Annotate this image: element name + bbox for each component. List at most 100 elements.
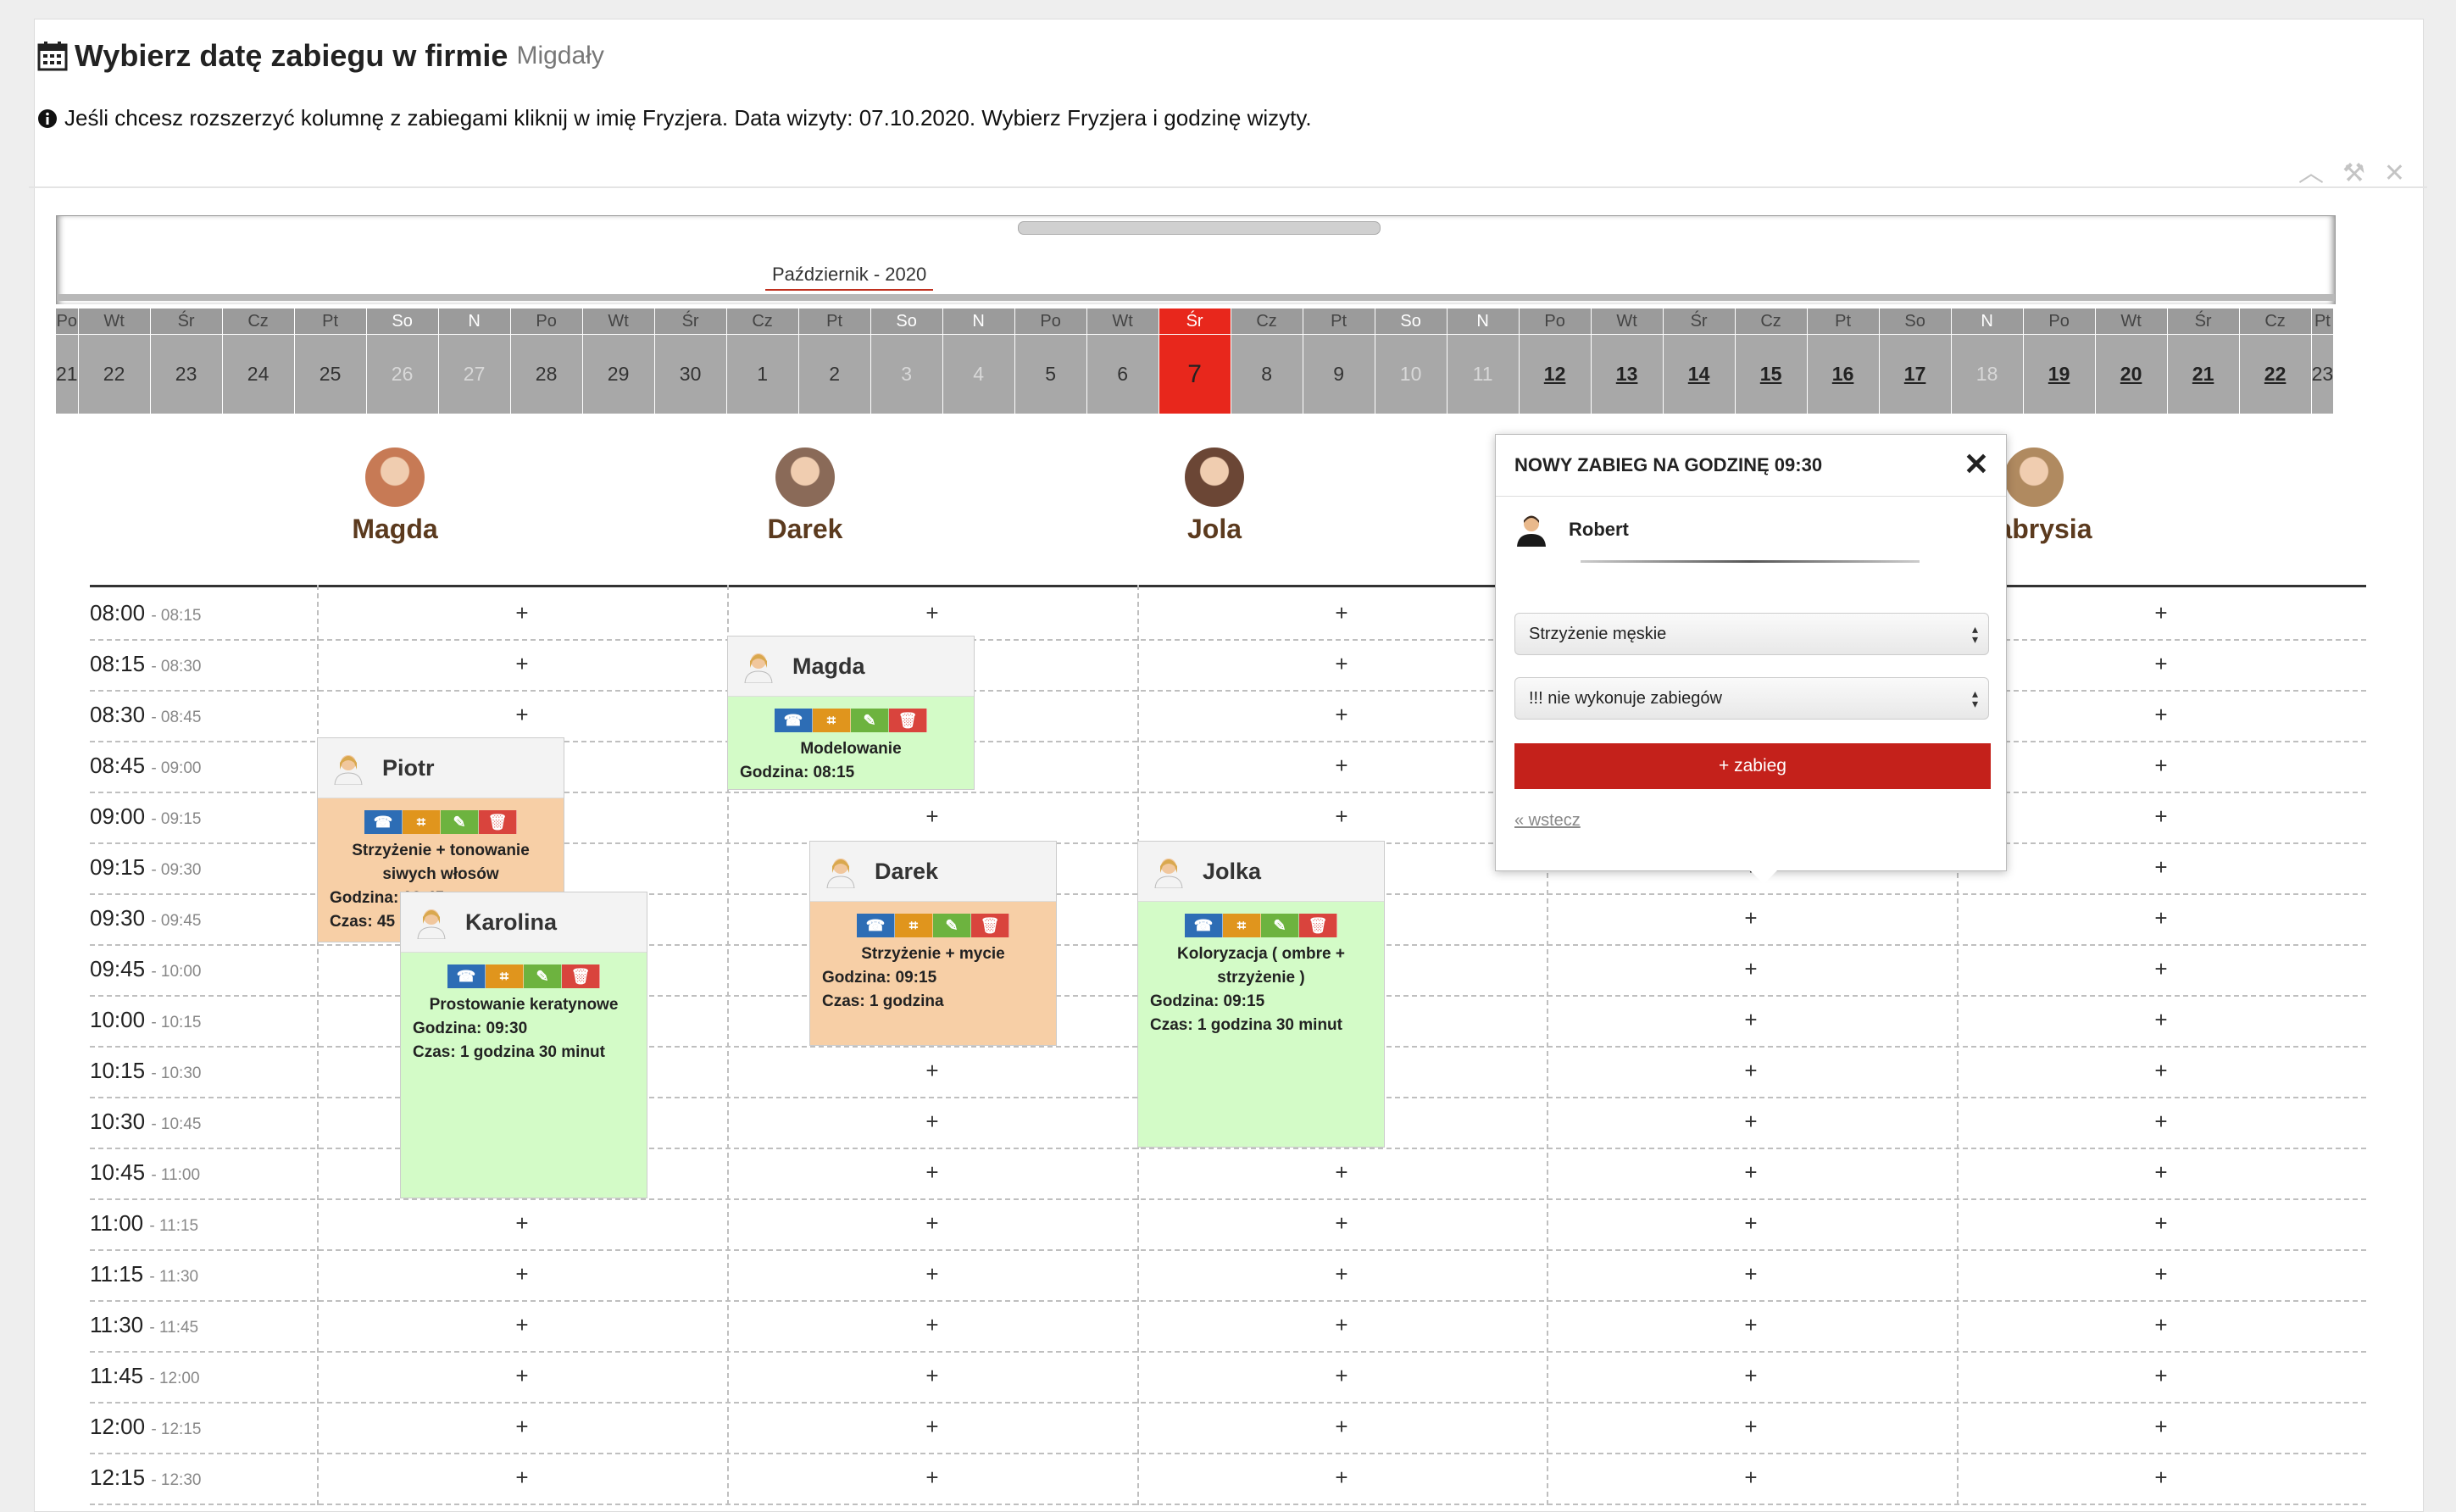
staff-darek[interactable]: Darek (678, 447, 932, 545)
add-slot-button[interactable]: + (1335, 1312, 1347, 1338)
staff-name[interactable]: Magda (268, 514, 522, 545)
calendar-day[interactable]: Śr 21 (2167, 309, 2240, 414)
add-slot-button[interactable]: + (925, 1210, 938, 1237)
calendar-day[interactable]: Wt 13 (1591, 309, 1664, 414)
calendar-day[interactable]: Pt 23 (2311, 309, 2335, 414)
add-slot-button[interactable]: + (1744, 956, 1757, 982)
calendar-day[interactable]: Cz 15 (1735, 309, 1808, 414)
add-slot-button[interactable]: + (1744, 1058, 1757, 1084)
add-slot-button[interactable]: + (515, 1210, 528, 1237)
add-slot-button[interactable]: + (2154, 1058, 2167, 1084)
edit-icon[interactable]: ✎ (933, 914, 971, 937)
staff-jola[interactable]: Jola (1087, 447, 1342, 545)
calendar-day[interactable]: Po 12 (1519, 309, 1592, 414)
close-icon[interactable]: ✕ (1964, 447, 1989, 482)
add-slot-button[interactable]: + (925, 1261, 938, 1287)
calendar-day[interactable]: Śr 14 (1663, 309, 1736, 414)
phone-icon[interactable]: ☎ (447, 964, 486, 988)
add-slot-button[interactable]: + (515, 1363, 528, 1389)
add-slot-button[interactable]: + (1744, 1007, 1757, 1033)
add-slot-button[interactable]: + (2154, 1159, 2167, 1186)
add-slot-button[interactable]: + (2154, 1312, 2167, 1338)
add-slot-button[interactable]: + (1744, 1109, 1757, 1135)
add-slot-button[interactable]: + (2154, 956, 2167, 982)
crop-icon[interactable]: ⌗ (895, 914, 933, 937)
calendar-day[interactable]: Cz 24 (222, 309, 295, 414)
add-slot-button[interactable]: + (925, 1414, 938, 1440)
add-slot-button[interactable]: + (925, 1109, 938, 1135)
edit-icon[interactable]: ✎ (524, 964, 562, 988)
add-slot-button[interactable]: + (2154, 1210, 2167, 1237)
add-slot-button[interactable]: + (1335, 803, 1347, 830)
add-slot-button[interactable]: + (925, 1058, 938, 1084)
add-slot-button[interactable]: + (2154, 1465, 2167, 1491)
add-slot-button[interactable]: + (2154, 1109, 2167, 1135)
add-slot-button[interactable]: + (1335, 1261, 1347, 1287)
calendar-day[interactable]: Wt 22 (78, 309, 151, 414)
add-slot-button[interactable]: + (1335, 1414, 1347, 1440)
appointment-card[interactable]: Darek ☎ ⌗ ✎ 🗑 Strzyżenie + mycie Godzina: 09:1… (809, 841, 1057, 1046)
calendar-day[interactable]: Pt 9 (1303, 309, 1375, 414)
trash-icon[interactable]: 🗑 (889, 709, 927, 732)
add-slot-button[interactable]: + (515, 1312, 528, 1338)
back-link[interactable]: « wstecz (1514, 811, 1581, 831)
calendar-day[interactable]: Po 19 (2023, 309, 2096, 414)
add-slot-button[interactable]: + (1335, 753, 1347, 779)
add-slot-button[interactable]: + (515, 600, 528, 626)
add-slot-button[interactable]: + (1335, 600, 1347, 626)
trash-icon[interactable]: 🗑 (479, 810, 517, 834)
calendar-day[interactable]: Cz 1 (726, 309, 799, 414)
add-slot-button[interactable]: + (515, 651, 528, 677)
add-slot-button[interactable]: + (925, 600, 938, 626)
add-slot-button[interactable]: + (2154, 803, 2167, 830)
add-slot-button[interactable]: + (515, 702, 528, 728)
calendar-day[interactable]: Cz 22 (2239, 309, 2312, 414)
trash-icon[interactable]: 🗑 (1299, 914, 1337, 937)
add-slot-button[interactable]: + (2154, 1363, 2167, 1389)
add-slot-button[interactable]: + (1744, 1261, 1757, 1287)
phone-icon[interactable]: ☎ (857, 914, 895, 937)
add-slot-button[interactable]: + (925, 1312, 938, 1338)
add-slot-button[interactable]: + (925, 803, 938, 830)
add-slot-button[interactable]: + (2154, 1414, 2167, 1440)
calendar-day[interactable]: Po 5 (1014, 309, 1087, 414)
calendar-day[interactable]: Pt 16 (1807, 309, 1880, 414)
calendar-day[interactable]: Cz 8 (1231, 309, 1303, 414)
crop-icon[interactable]: ⌗ (813, 709, 851, 732)
close-icon[interactable]: ✕ (2384, 161, 2405, 186)
calendar-day[interactable]: Po 28 (510, 309, 583, 414)
add-slot-button[interactable]: + (1335, 651, 1347, 677)
add-slot-button[interactable]: + (515, 1261, 528, 1287)
add-slot-button[interactable]: + (925, 1363, 938, 1389)
add-slot-button[interactable]: + (515, 1465, 528, 1491)
service-select[interactable]: Strzyżenie męskie ▴ ▾ (1514, 613, 1989, 655)
phone-icon[interactable]: ☎ (364, 810, 403, 834)
crop-icon[interactable]: ⌗ (1223, 914, 1261, 937)
staff-magda[interactable]: Magda (268, 447, 522, 545)
collapse-icon[interactable]: ︿ (2298, 161, 2324, 186)
staff-name[interactable]: Jola (1087, 514, 1342, 545)
add-slot-button[interactable]: + (2154, 1007, 2167, 1033)
add-slot-button[interactable]: + (2154, 651, 2167, 677)
crop-icon[interactable]: ⌗ (486, 964, 524, 988)
calendar-day[interactable]: Wt 29 (582, 309, 655, 414)
calendar-day[interactable]: Wt 20 (2095, 309, 2168, 414)
phone-icon[interactable]: ☎ (1185, 914, 1223, 937)
edit-icon[interactable]: ✎ (441, 810, 479, 834)
add-slot-button[interactable]: + (2154, 905, 2167, 931)
add-slot-button[interactable]: + (925, 1465, 938, 1491)
add-slot-button[interactable]: + (1335, 702, 1347, 728)
calendar-day[interactable]: Śr 7 (1159, 309, 1231, 414)
add-slot-button[interactable]: + (2154, 1261, 2167, 1287)
phone-icon[interactable]: ☎ (775, 709, 813, 732)
add-slot-button[interactable]: + (1744, 1363, 1757, 1389)
crop-icon[interactable]: ⌗ (403, 810, 441, 834)
add-slot-button[interactable]: + (1335, 1210, 1347, 1237)
add-slot-button[interactable]: + (1335, 1363, 1347, 1389)
add-slot-button[interactable]: + (2154, 854, 2167, 881)
add-slot-button[interactable]: + (2154, 753, 2167, 779)
add-slot-button[interactable]: + (1744, 1312, 1757, 1338)
add-slot-button[interactable]: + (1744, 1465, 1757, 1491)
trash-icon[interactable]: 🗑 (562, 964, 600, 988)
add-slot-button[interactable]: + (1744, 905, 1757, 931)
